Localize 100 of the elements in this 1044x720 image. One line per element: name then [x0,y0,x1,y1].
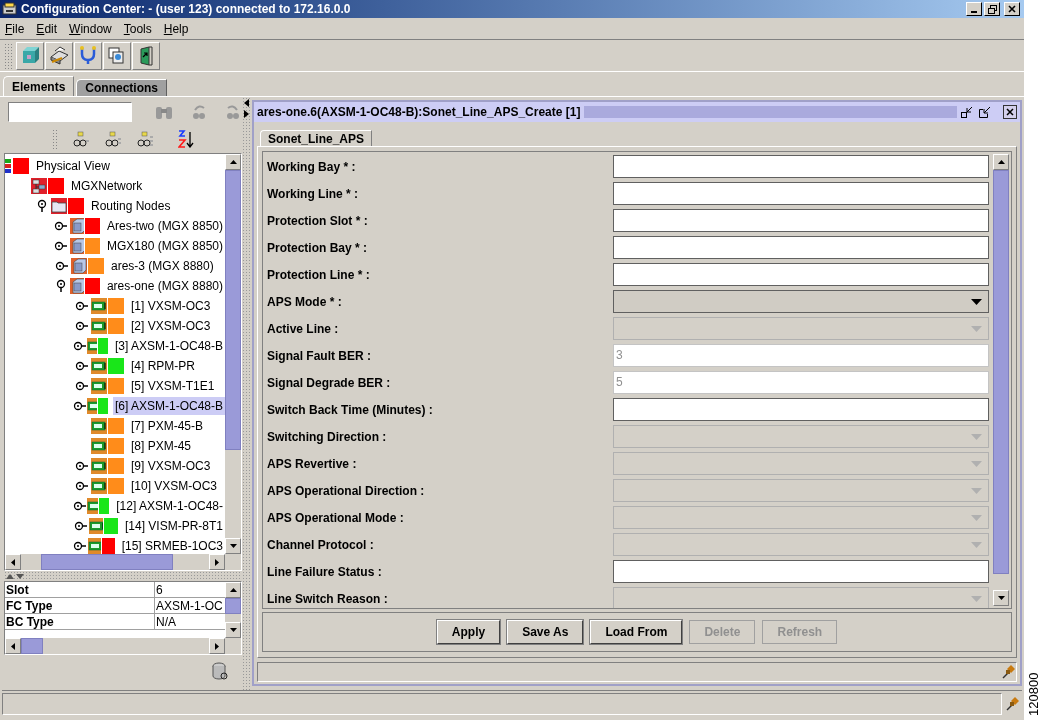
close-button[interactable] [1003,105,1017,119]
tree-item[interactable]: [9] VXSM-OC3 [129,457,213,475]
tree-item[interactable]: Physical View [34,157,112,175]
minimize-button[interactable] [966,2,982,16]
toolbar-button[interactable] [45,41,73,70]
vertical-scrollbar[interactable] [225,154,241,554]
vertical-scrollbar[interactable] [225,582,241,638]
menu-item[interactable]: Tools [123,19,152,38]
field-label: Protection Line * : [267,266,371,284]
input-field[interactable] [613,398,989,421]
expanded-handle-icon[interactable] [56,279,67,293]
toolbar-button[interactable] [132,41,160,70]
tab[interactable]: Sonet_Line_APS [260,130,373,146]
dropdown-arrow-icon [971,298,982,305]
card-icon [91,418,107,434]
menu-item[interactable]: Edit [36,19,58,38]
expanded-handle-icon[interactable] [37,199,47,213]
collapsed-handle-icon[interactable] [73,341,87,351]
input-field[interactable] [613,263,989,286]
chassis-icon [69,278,85,294]
collapsed-handle-icon[interactable] [55,261,69,271]
expand-right-icon[interactable] [243,110,249,118]
collapsed-handle-icon[interactable] [54,221,69,231]
tree-item[interactable]: [4] RPM-PR [129,357,197,375]
horizontal-scrollbar[interactable] [5,638,225,654]
input-field[interactable] [613,560,989,583]
collapsed-handle-icon[interactable] [73,541,88,551]
button[interactable]: Load From [590,620,683,644]
collapsed-handle-icon[interactable] [54,241,69,251]
card-icon [88,518,103,534]
collapsed-handle-icon[interactable] [73,521,88,531]
tree-item[interactable]: [2] VXSM-OC3 [129,317,213,335]
field-label: APS Revertive : [267,455,358,473]
detail-view-icon[interactable] [136,131,154,147]
tree-item[interactable]: [10] VXSM-OC3 [129,477,220,495]
tree-item[interactable]: [3] AXSM-1-OC48-B [112,337,225,355]
collapse-left-icon[interactable] [243,99,249,107]
scroll-left-icon [11,642,15,650]
list-view-icon[interactable] [104,131,122,147]
field-label: Switch Back Time (Minutes) : [267,401,434,419]
scrollbar-thumb[interactable] [225,598,241,614]
pin-icon[interactable] [1004,695,1020,712]
scrollbar-thumb[interactable] [41,554,173,570]
tree-item[interactable]: MGXNetwork [69,177,145,195]
field-label: Signal Degrade BER : [267,374,392,392]
pin-icon[interactable] [1000,664,1016,680]
tab[interactable]: Connections [76,79,168,96]
field-label: APS Operational Mode : [267,509,405,527]
collapsed-handle-icon[interactable] [75,461,89,471]
horizontal-scrollbar[interactable] [5,554,225,570]
collapsed-handle-icon[interactable] [75,361,89,371]
input-field[interactable] [613,155,989,178]
search-field[interactable] [8,102,132,122]
restore-button[interactable] [984,2,1000,16]
tab[interactable]: Elements [3,76,75,96]
card-icon [91,378,107,394]
tree-item[interactable]: ares-one (MGX 8880) [104,277,225,295]
tree-item[interactable]: [6] AXSM-1-OC48-B [112,397,225,415]
menu-item[interactable]: File [5,19,25,38]
collapse-down-icon[interactable] [16,573,24,579]
tree-item[interactable]: [14] VISM-PR-8T1 [122,517,225,535]
collapsed-handle-icon[interactable] [75,381,89,391]
tree-item[interactable]: [1] VXSM-OC3 [129,297,213,315]
table-cell: BC Type [5,614,155,629]
card-icon [91,438,107,454]
input-field[interactable] [613,236,989,259]
tree-item[interactable]: Ares-two (MGX 8850) [104,217,225,235]
menu-item[interactable]: Help [163,19,189,38]
app-icon [2,2,18,16]
tree-view-icon[interactable] [72,131,90,147]
table-cell: Slot [5,582,155,597]
tree-item[interactable]: [15] SRMEB-1OC3 [119,537,225,554]
minimize-icon[interactable] [961,106,973,118]
collapsed-handle-icon[interactable] [75,481,89,491]
expand-up-icon[interactable] [6,573,14,579]
restore-icon[interactable] [979,106,991,118]
input-field[interactable] [613,209,989,232]
tree-item[interactable]: [8] PXM-45 [129,437,194,455]
button[interactable]: Save As [507,620,584,644]
scrollbar-thumb[interactable] [21,638,43,654]
tree-item[interactable]: ares-3 (MGX 8880) [109,257,216,275]
collapsed-handle-icon[interactable] [75,321,89,331]
collapsed-handle-icon[interactable] [75,301,89,311]
toolbar-button[interactable] [16,41,44,70]
chassis-icon [69,238,85,254]
database-icon[interactable] [212,661,228,680]
toolbar-button[interactable] [74,41,102,70]
scrollbar-thumb[interactable] [225,170,241,450]
tree-item[interactable]: [5] VXSM-T1E1 [129,377,217,395]
collapsed-handle-icon[interactable] [73,401,87,411]
sort-icon[interactable] [178,130,194,148]
tree-item[interactable]: MGX180 (MGX 8850) [104,237,225,255]
tree-item[interactable]: [12] AXSM-1-OC48- [114,497,225,515]
tree-item[interactable]: Routing Nodes [89,197,173,215]
button[interactable]: Apply [436,620,501,644]
tree-item[interactable]: [7] PXM-45-B [129,417,206,435]
menu-item[interactable]: Window [69,19,112,38]
collapsed-handle-icon[interactable] [73,501,87,511]
input-field[interactable] [613,182,989,205]
dropdown[interactable] [613,290,989,313]
